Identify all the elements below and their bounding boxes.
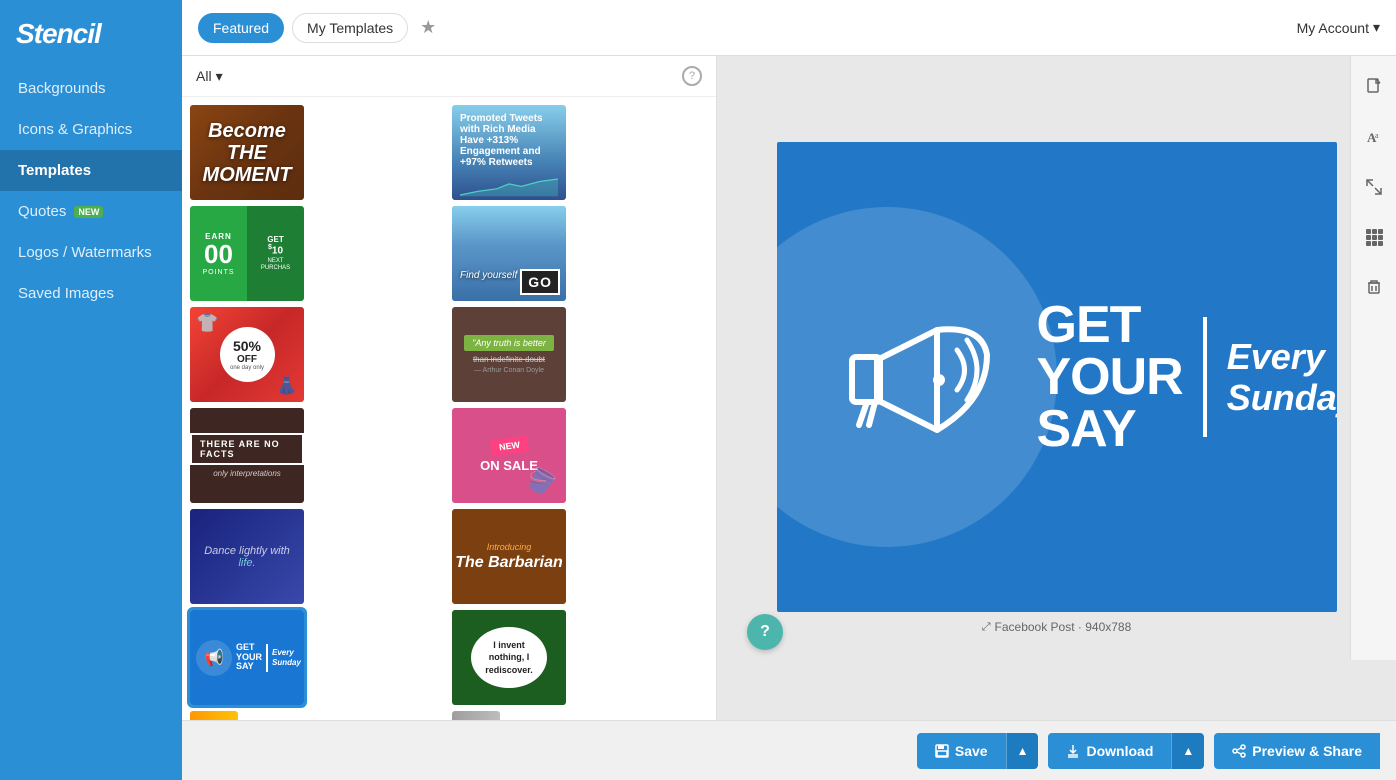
help-icon[interactable]: ? bbox=[682, 66, 702, 86]
document-icon[interactable] bbox=[1359, 72, 1389, 102]
sidebar-item-backgrounds-label: Backgrounds bbox=[18, 80, 106, 97]
download-button[interactable]: Download bbox=[1048, 733, 1171, 769]
save-group: Save ▲ bbox=[917, 733, 1039, 769]
canvas-content: GET YOUR SAY Every Sunday bbox=[777, 245, 1337, 510]
template-thumb-14[interactable] bbox=[452, 711, 500, 720]
text-icon[interactable]: A a bbox=[1359, 122, 1389, 152]
sidebar-item-backgrounds[interactable]: Backgrounds bbox=[0, 68, 182, 109]
help-bubble[interactable]: ? bbox=[747, 614, 783, 650]
filter-dropdown[interactable]: All ▾ bbox=[196, 68, 223, 85]
save-button[interactable]: Save bbox=[917, 733, 1006, 769]
preview-button[interactable]: Preview & Share bbox=[1214, 733, 1380, 769]
svg-text:a: a bbox=[1375, 131, 1379, 140]
sidebar-item-icons-graphics-label: Icons & Graphics bbox=[18, 121, 132, 138]
template-panel: All ▾ ? BecomeTHE MOMENT Promoted Tweets… bbox=[182, 56, 717, 720]
canvas-main-text: GET YOUR SAY bbox=[1037, 299, 1183, 455]
filter-bar: All ▾ ? bbox=[182, 56, 716, 97]
quotes-badge: NEW bbox=[74, 206, 103, 218]
canvas-text-section: GET YOUR SAY Every Sunday bbox=[1037, 299, 1337, 455]
download-dropdown-button[interactable]: ▲ bbox=[1171, 733, 1204, 769]
grid-icon[interactable] bbox=[1359, 222, 1389, 252]
template-thumb-6[interactable]: "Any truth is better than indefinite dou… bbox=[452, 307, 566, 402]
tab-my-templates[interactable]: My Templates bbox=[292, 13, 408, 43]
template-thumb-12[interactable]: I inventnothing, Irediscover. bbox=[452, 610, 566, 705]
my-account-button[interactable]: My Account ▾ bbox=[1297, 19, 1380, 36]
sidebar-item-templates[interactable]: Templates bbox=[0, 150, 182, 191]
sidebar-item-icons-graphics[interactable]: Icons & Graphics bbox=[0, 109, 182, 150]
template-thumb-10[interactable]: Introducing The Barbarian bbox=[452, 509, 566, 604]
save-dropdown-button[interactable]: ▲ bbox=[1006, 733, 1039, 769]
chevron-down-icon: ▾ bbox=[216, 68, 223, 85]
sidebar-item-templates-label: Templates bbox=[18, 162, 91, 179]
template-thumb-2[interactable]: Promoted Tweets with Rich Media Have +31… bbox=[452, 105, 566, 200]
resize-icon: ⤢ bbox=[982, 621, 991, 634]
template-thumb-1[interactable]: BecomeTHE MOMENT bbox=[190, 105, 304, 200]
canvas-wrapper: GET YOUR SAY Every Sunday bbox=[777, 142, 1337, 634]
star-icon[interactable]: ★ bbox=[420, 17, 436, 38]
delete-icon[interactable] bbox=[1359, 272, 1389, 302]
download-label: Download bbox=[1086, 743, 1153, 759]
template-thumb-13[interactable] bbox=[190, 711, 238, 720]
sidebar-item-saved-images[interactable]: Saved Images bbox=[0, 273, 182, 314]
save-label: Save bbox=[955, 743, 988, 759]
app-logo[interactable]: Stencil bbox=[16, 18, 101, 50]
topbar: Featured My Templates ★ My Account ▾ bbox=[182, 0, 1396, 56]
canvas-size-label: ⤢ Facebook Post · 940x788 bbox=[982, 620, 1132, 634]
right-toolbar: A a bbox=[1350, 56, 1396, 660]
template-grid: BecomeTHE MOMENT Promoted Tweets with Ri… bbox=[182, 97, 716, 720]
megaphone-icon bbox=[817, 275, 1017, 480]
topbar-tabs: Featured My Templates ★ bbox=[198, 13, 436, 43]
tab-featured[interactable]: Featured bbox=[198, 13, 284, 43]
resize-icon[interactable] bbox=[1359, 172, 1389, 202]
filter-label: All bbox=[196, 68, 212, 84]
sidebar-item-saved-images-label: Saved Images bbox=[18, 285, 114, 302]
share-icon bbox=[1232, 744, 1246, 758]
template-thumb-5[interactable]: 50% OFF one day only 👕 👗 bbox=[190, 307, 304, 402]
download-group: Download ▲ bbox=[1048, 733, 1204, 769]
canvas-area: GET YOUR SAY Every Sunday bbox=[717, 56, 1396, 720]
template-thumb-4[interactable]: GO Find yourself bbox=[452, 206, 566, 301]
template-thumb-8[interactable]: NEW ON SALE 🪣 bbox=[452, 408, 566, 503]
template-thumb-7[interactable]: THERE ARE NO FACTS only interpretations bbox=[190, 408, 304, 503]
action-bar: Save ▲ Download ▲ bbox=[182, 720, 1396, 780]
logo-area: Stencil bbox=[0, 0, 182, 68]
chevron-down-icon: ▾ bbox=[1373, 19, 1380, 36]
canvas-divider bbox=[1203, 317, 1207, 437]
sidebar-item-quotes[interactable]: Quotes NEW bbox=[0, 191, 182, 232]
sidebar-item-logos-watermarks[interactable]: Logos / Watermarks bbox=[0, 232, 182, 273]
sidebar: Stencil Backgrounds Icons & Graphics Tem… bbox=[0, 0, 182, 780]
preview-label: Preview & Share bbox=[1252, 743, 1362, 759]
main-canvas: GET YOUR SAY Every Sunday bbox=[777, 142, 1337, 612]
template-thumb-9[interactable]: Dance lightly with life. bbox=[190, 509, 304, 604]
sidebar-item-logos-watermarks-label: Logos / Watermarks bbox=[18, 244, 152, 261]
sidebar-item-quotes-label: Quotes bbox=[18, 203, 66, 220]
main-area: Featured My Templates ★ My Account ▾ All… bbox=[182, 0, 1396, 780]
template-thumb-11[interactable]: 📢 GETYOURSAY EverySunday bbox=[190, 610, 304, 705]
my-account-label: My Account bbox=[1297, 20, 1369, 36]
save-icon bbox=[935, 744, 949, 758]
download-icon bbox=[1066, 744, 1080, 758]
canvas-subtitle: Every Sunday bbox=[1227, 336, 1337, 419]
preview-group: Preview & Share bbox=[1214, 733, 1380, 769]
template-thumb-3[interactable]: EARN 00 POINTS GET $10 NEXTPURCHAS bbox=[190, 206, 304, 301]
content-area: All ▾ ? BecomeTHE MOMENT Promoted Tweets… bbox=[182, 56, 1396, 720]
